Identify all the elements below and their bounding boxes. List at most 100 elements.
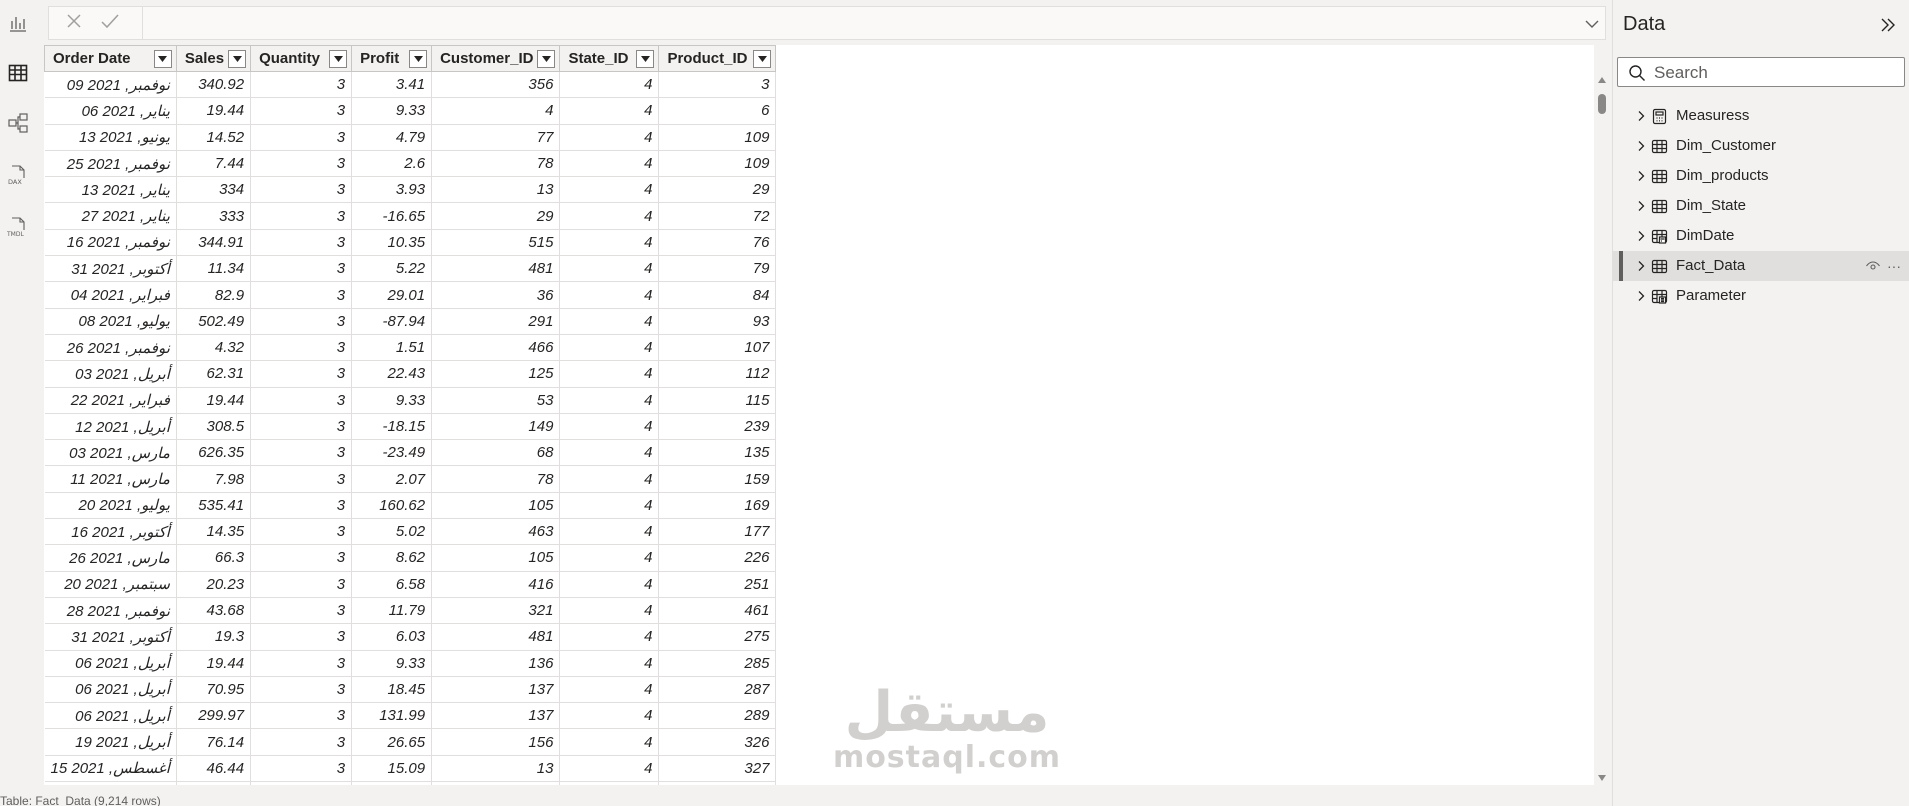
table-cell[interactable]: 137 (431, 702, 561, 730)
table-cell[interactable]: 3 (250, 308, 353, 335)
table-cell[interactable]: 66.3 (176, 544, 252, 572)
table-cell[interactable]: 82.9 (176, 281, 252, 309)
table-cell[interactable]: 14.35 (176, 518, 252, 546)
table-cell[interactable]: 3 (250, 518, 353, 546)
table-cell[interactable]: 14.52 (176, 124, 252, 151)
expand-chevron-icon[interactable] (1635, 140, 1647, 152)
table-cell[interactable]: 4.32 (176, 334, 252, 362)
table-cell[interactable]: أبريل, 2021 19 (44, 728, 177, 756)
column-header[interactable]: Customer_ID (431, 45, 561, 72)
table-cell[interactable]: 461 (658, 597, 777, 625)
table-row[interactable]: أبريل, 2021 03 62.31 3 22.43 125 4 112 (44, 360, 777, 388)
table-row[interactable]: فبراير, 2021 04 82.9 3 29.01 36 4 84 (44, 281, 777, 309)
table-row[interactable]: يناير, 2021 13 334 3 3.93 13 4 29 (44, 176, 777, 204)
collapse-pane-icon[interactable] (1879, 16, 1897, 34)
table-cell[interactable]: 149 (431, 413, 561, 441)
tree-item-dim-products[interactable]: Dim_products (1613, 161, 1909, 191)
table-cell[interactable]: 107 (658, 334, 777, 362)
table-row[interactable]: يناير, 2021 27 333 3 -16.65 29 4 72 (44, 202, 777, 230)
table-cell[interactable]: 289 (658, 702, 777, 730)
column-header[interactable]: State_ID (559, 45, 660, 72)
table-cell[interactable]: 3 (250, 229, 353, 257)
table-cell[interactable]: 177 (658, 518, 777, 546)
expand-chevron-icon[interactable] (1635, 260, 1647, 272)
table-cell[interactable]: 287 (658, 676, 777, 704)
table-cell[interactable]: 5.02 (351, 518, 433, 546)
table-cell[interactable]: 6 (658, 97, 777, 125)
table-cell[interactable]: 4 (559, 229, 660, 257)
table-cell[interactable]: 84 (658, 281, 777, 309)
table-cell[interactable]: 169 (658, 492, 777, 520)
table-cell[interactable]: 226 (658, 544, 777, 572)
table-cell[interactable]: أبريل, 2021 03 (44, 360, 177, 388)
model-view-icon[interactable] (5, 110, 31, 136)
table-cell[interactable]: 327 (658, 755, 777, 783)
table-cell[interactable]: 3 (250, 281, 353, 309)
table-cell[interactable]: 3 (250, 544, 353, 572)
table-cell[interactable]: 4 (559, 255, 660, 283)
table-cell[interactable]: 4 (559, 334, 660, 362)
table-cell[interactable]: 36 (431, 281, 561, 309)
table-cell[interactable]: 481 (431, 255, 561, 283)
table-cell[interactable]: -87.94 (351, 308, 433, 335)
table-cell[interactable]: 4 (559, 465, 660, 493)
table-cell[interactable]: 285 (658, 650, 777, 677)
table-cell[interactable]: 4 (559, 623, 660, 651)
column-header[interactable]: Order Date (44, 45, 177, 72)
table-cell[interactable]: 3 (250, 255, 353, 283)
tree-item-measuress[interactable]: Measuress (1613, 101, 1909, 131)
table-cell[interactable]: 4 (559, 571, 660, 598)
table-cell[interactable]: 416 (431, 571, 561, 598)
tree-item-parameter[interactable]: Parameter (1613, 281, 1909, 311)
table-cell[interactable]: 19.44 (176, 650, 252, 677)
table-cell[interactable]: 3 (250, 676, 353, 704)
table-row[interactable]: سبتمبر, 2021 20 20.23 3 6.58 416 4 251 (44, 571, 777, 598)
table-cell[interactable]: 10.35 (351, 229, 433, 257)
table-cell[interactable]: 19.44 (176, 387, 252, 414)
table-cell[interactable]: 105 (431, 544, 561, 572)
table-cell[interactable]: 515 (431, 229, 561, 257)
column-filter-dropdown-icon[interactable] (409, 49, 428, 68)
table-cell[interactable]: أبريل, 2021 12 (44, 413, 177, 441)
table-row[interactable]: نوفمبر, 2021 28 43.68 3 11.79 321 4 461 (44, 597, 777, 625)
table-cell[interactable]: 3 (250, 413, 353, 441)
table-cell[interactable]: 4 (559, 308, 660, 335)
table-cell[interactable]: أغسطس, 2021 15 (44, 755, 177, 783)
table-row[interactable]: نوفمبر, 2021 25 7.44 3 2.6 78 4 109 (44, 150, 777, 178)
table-cell[interactable]: 481 (431, 623, 561, 651)
table-cell[interactable]: 3 (250, 360, 353, 388)
table-row[interactable]: أكتوبر, 2021 31 11.34 3 5.22 481 4 79 (44, 255, 777, 283)
table-cell[interactable]: 318 (431, 781, 561, 785)
column-header[interactable]: Quantity (250, 45, 353, 72)
table-cell[interactable]: 275 (658, 623, 777, 651)
table-cell[interactable]: 9.33 (351, 97, 433, 125)
table-cell[interactable]: 6.58 (351, 571, 433, 598)
expand-chevron-icon[interactable] (1635, 110, 1647, 122)
table-cell[interactable]: 5.22 (351, 255, 433, 283)
table-cell[interactable]: 326 (658, 728, 777, 756)
table-cell[interactable]: 77 (431, 124, 561, 151)
table-cell[interactable]: نوفمبر, 2021 09 (44, 71, 177, 99)
column-filter-dropdown-icon[interactable] (228, 49, 247, 68)
table-cell[interactable]: 79 (658, 255, 777, 283)
expand-chevron-icon[interactable] (1635, 170, 1647, 182)
expand-chevron-icon[interactable] (1635, 200, 1647, 212)
table-view-icon[interactable] (5, 60, 31, 86)
table-cell[interactable]: 3.41 (351, 71, 433, 99)
table-cell[interactable]: 4 (559, 281, 660, 309)
eye-icon[interactable] (1865, 258, 1881, 277)
table-cell[interactable]: 4 (559, 544, 660, 572)
table-cell[interactable]: 299.97 (176, 702, 252, 730)
table-cell[interactable]: 302.38 (176, 781, 252, 785)
table-row[interactable]: أبريل, 2021 06 19.44 3 9.33 136 4 285 (44, 650, 777, 677)
table-row[interactable]: أبريل, 2021 06 70.95 3 18.45 137 4 287 (44, 676, 777, 704)
table-cell[interactable]: أكتوبر, 2021 31 (44, 623, 177, 651)
table-cell[interactable]: 466 (431, 334, 561, 362)
table-cell[interactable]: 76.14 (176, 728, 252, 756)
table-cell[interactable]: فبراير, 2021 04 (44, 281, 177, 309)
table-cell[interactable]: 3 (250, 781, 353, 785)
table-cell[interactable]: 19.44 (176, 97, 252, 125)
table-cell[interactable]: 344.91 (176, 229, 252, 257)
table-cell[interactable]: -18.15 (351, 413, 433, 441)
table-cell[interactable]: 18.45 (351, 676, 433, 704)
